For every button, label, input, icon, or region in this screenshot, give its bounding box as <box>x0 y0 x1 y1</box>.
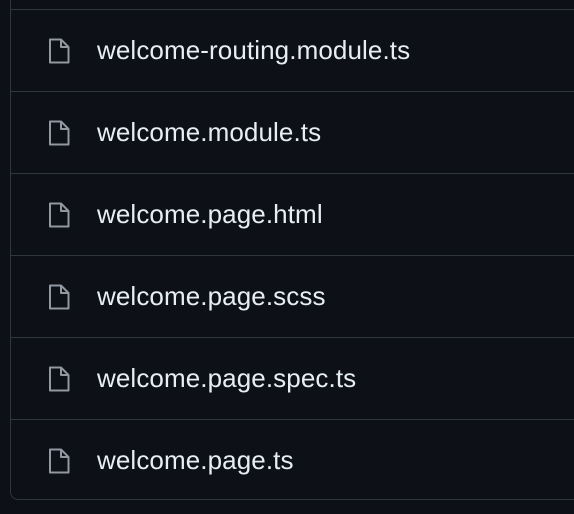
file-icon <box>48 284 70 310</box>
file-icon <box>48 448 70 474</box>
file-name[interactable]: welcome.page.html <box>97 199 323 230</box>
file-icon <box>48 366 70 392</box>
file-icon <box>48 120 70 146</box>
file-list: welcome-routing.module.ts welcome.module… <box>10 0 574 500</box>
file-row-welcome-page-scss[interactable]: welcome.page.scss <box>11 255 574 337</box>
file-row-welcome-routing-module-ts[interactable]: welcome-routing.module.ts <box>11 9 574 91</box>
file-icon <box>48 202 70 228</box>
file-row-welcome-page-spec-ts[interactable]: welcome.page.spec.ts <box>11 337 574 419</box>
file-icon <box>48 38 70 64</box>
file-row-welcome-page-ts[interactable]: welcome.page.ts <box>11 419 574 499</box>
file-name[interactable]: welcome.module.ts <box>97 117 321 148</box>
file-name[interactable]: welcome.page.spec.ts <box>97 363 356 394</box>
file-name[interactable]: welcome.page.scss <box>97 281 326 312</box>
file-name[interactable]: welcome.page.ts <box>97 445 294 476</box>
file-row-welcome-module-ts[interactable]: welcome.module.ts <box>11 91 574 173</box>
file-row-welcome-page-html[interactable]: welcome.page.html <box>11 173 574 255</box>
file-name[interactable]: welcome-routing.module.ts <box>97 35 410 66</box>
